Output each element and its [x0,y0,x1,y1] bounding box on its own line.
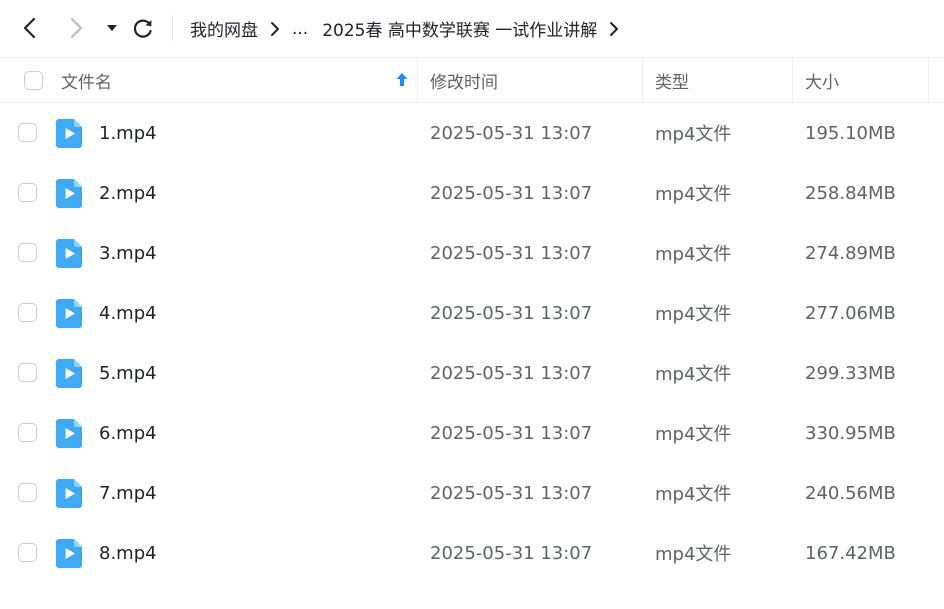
file-size: 330.95MB [805,422,896,444]
breadcrumb-root[interactable]: 我的网盘 [190,16,258,41]
table-row[interactable]: 5.mp4 2025-05-31 13:07 mp4文件 299.33MB [0,343,944,403]
video-file-icon [56,359,82,388]
file-type: mp4文件 [655,244,732,265]
table-row[interactable]: 4.mp4 2025-05-31 13:07 mp4文件 277.06MB [0,283,944,343]
breadcrumb-separator-icon [270,21,280,37]
file-size: 195.10MB [805,122,896,144]
column-header-modified[interactable]: 修改时间 [430,58,498,102]
table-header: 文件名 修改时间 类型 大小 [0,57,944,103]
select-all-checkbox[interactable] [24,70,43,90]
column-header-name[interactable]: 文件名 [61,58,112,102]
file-modified-time: 2025-05-31 13:07 [430,122,593,144]
breadcrumb: 我的网盘 ... 2025春 高中数学联赛 一试作业讲解 [190,0,631,57]
file-modified-time: 2025-05-31 13:07 [430,482,593,504]
chevron-left-icon [23,17,36,39]
breadcrumb-current-folder[interactable]: 2025春 高中数学联赛 一试作业讲解 [322,16,597,41]
sort-ascending-arrow-icon[interactable] [395,71,409,94]
row-checkbox[interactable] [18,423,37,442]
refresh-button[interactable] [129,14,157,42]
file-name[interactable]: 1.mp4 [99,103,157,163]
file-modified-time: 2025-05-31 13:07 [430,182,593,204]
column-divider[interactable] [417,58,418,102]
file-type: mp4文件 [655,364,732,385]
table-row[interactable]: 6.mp4 2025-05-31 13:07 mp4文件 330.95MB [0,403,944,463]
file-size: 299.33MB [805,362,896,384]
caret-down-icon [107,25,117,31]
table-row[interactable]: 8.mp4 2025-05-31 13:07 mp4文件 167.42MB [0,523,944,583]
file-type: mp4文件 [655,484,732,505]
table-row[interactable]: 7.mp4 2025-05-31 13:07 mp4文件 240.56MB [0,463,944,523]
video-file-icon [56,179,82,208]
row-checkbox[interactable] [18,303,37,322]
toolbar-divider [172,15,173,41]
file-list: 1.mp4 2025-05-31 13:07 mp4文件 195.10MB 2.… [0,103,944,583]
column-divider[interactable] [642,58,643,102]
column-divider[interactable] [928,58,929,102]
file-name[interactable]: 5.mp4 [99,343,157,403]
row-checkbox[interactable] [18,363,37,382]
back-button[interactable] [16,14,44,42]
file-name[interactable]: 2.mp4 [99,163,157,223]
file-modified-time: 2025-05-31 13:07 [430,302,593,324]
forward-button[interactable] [62,14,90,42]
video-file-icon [56,299,82,328]
video-file-icon [56,479,82,508]
file-name[interactable]: 6.mp4 [99,403,157,463]
file-modified-time: 2025-05-31 13:07 [430,542,593,564]
column-header-size[interactable]: 大小 [805,58,839,102]
file-type: mp4文件 [655,304,732,325]
row-checkbox[interactable] [18,243,37,262]
breadcrumb-ellipsis[interactable]: ... [292,19,308,39]
file-size: 274.89MB [805,242,896,264]
table-row[interactable]: 1.mp4 2025-05-31 13:07 mp4文件 195.10MB [0,103,944,163]
toolbar: 我的网盘 ... 2025春 高中数学联赛 一试作业讲解 [0,0,944,57]
table-row[interactable]: 2.mp4 2025-05-31 13:07 mp4文件 258.84MB [0,163,944,223]
file-modified-time: 2025-05-31 13:07 [430,362,593,384]
file-modified-time: 2025-05-31 13:07 [430,242,593,264]
file-size: 167.42MB [805,542,896,564]
file-name[interactable]: 7.mp4 [99,463,157,523]
video-file-icon [56,119,82,148]
table-row[interactable]: 3.mp4 2025-05-31 13:07 mp4文件 274.89MB [0,223,944,283]
refresh-icon [133,19,152,38]
file-name[interactable]: 4.mp4 [99,283,157,343]
file-type: mp4文件 [655,124,732,145]
file-name[interactable]: 8.mp4 [99,523,157,583]
row-checkbox[interactable] [18,543,37,562]
file-name[interactable]: 3.mp4 [99,223,157,283]
file-size: 258.84MB [805,182,896,204]
file-type: mp4文件 [655,184,732,205]
video-file-icon [56,239,82,268]
chevron-right-icon [70,17,83,39]
breadcrumb-separator-icon[interactable] [609,21,619,37]
file-type: mp4文件 [655,424,732,445]
video-file-icon [56,539,82,568]
row-checkbox[interactable] [18,483,37,502]
file-modified-time: 2025-05-31 13:07 [430,422,593,444]
file-type: mp4文件 [655,544,732,565]
file-size: 277.06MB [805,302,896,324]
file-size: 240.56MB [805,482,896,504]
video-file-icon [56,419,82,448]
history-dropdown-button[interactable] [98,14,126,42]
row-checkbox[interactable] [18,123,37,142]
column-header-type[interactable]: 类型 [655,58,689,102]
column-divider[interactable] [792,58,793,102]
row-checkbox[interactable] [18,183,37,202]
